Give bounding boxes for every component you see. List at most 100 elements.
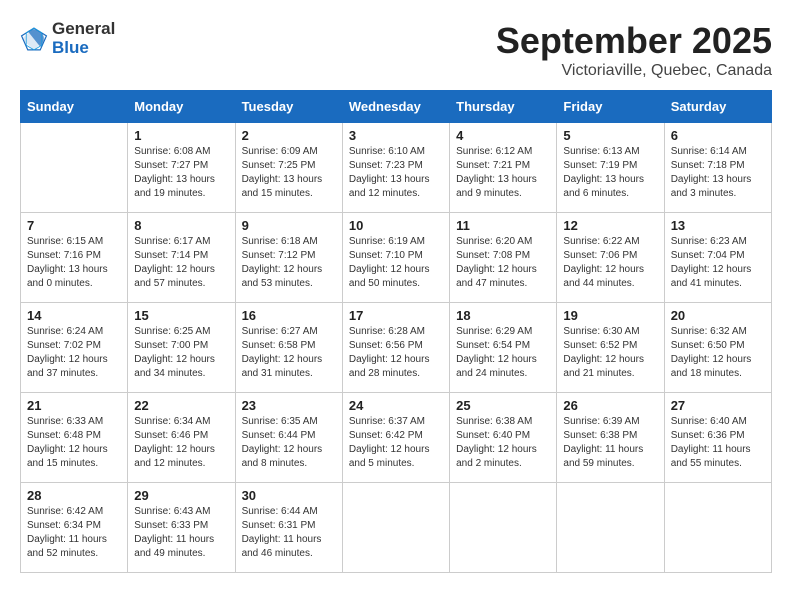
day-number: 12 bbox=[563, 218, 657, 233]
day-info: Sunrise: 6:20 AMSunset: 7:08 PMDaylight:… bbox=[456, 235, 550, 291]
day-info: Sunrise: 6:28 AMSunset: 6:56 PMDaylight:… bbox=[349, 325, 443, 381]
calendar-cell: 10 Sunrise: 6:19 AMSunset: 7:10 PMDayligh… bbox=[342, 213, 449, 303]
day-info: Sunrise: 6:25 AMSunset: 7:00 PMDaylight:… bbox=[134, 325, 228, 381]
day-info: Sunrise: 6:40 AMSunset: 6:36 PMDaylight:… bbox=[671, 415, 765, 471]
day-info: Sunrise: 6:15 AMSunset: 7:16 PMDaylight:… bbox=[27, 235, 121, 291]
calendar-cell: 16 Sunrise: 6:27 AMSunset: 6:58 PMDayligh… bbox=[235, 303, 342, 393]
calendar-cell bbox=[664, 483, 771, 573]
day-info: Sunrise: 6:18 AMSunset: 7:12 PMDaylight:… bbox=[242, 235, 336, 291]
calendar-cell: 24 Sunrise: 6:37 AMSunset: 6:42 PMDayligh… bbox=[342, 393, 449, 483]
calendar-week-row: 28Sunrise: 6:42 AMSunset: 6:34 PMDayligh… bbox=[21, 483, 772, 573]
calendar-cell: 23 Sunrise: 6:35 AMSunset: 6:44 PMDayligh… bbox=[235, 393, 342, 483]
day-info: Sunrise: 6:38 AMSunset: 6:40 PMDaylight:… bbox=[456, 415, 550, 471]
title-section: September 2025 Victoriaville, Quebec, Ca… bbox=[496, 20, 772, 80]
day-number: 13 bbox=[671, 218, 765, 233]
day-number: 17 bbox=[349, 308, 443, 323]
day-number: 25 bbox=[456, 398, 550, 413]
day-number: 10 bbox=[349, 218, 443, 233]
day-info: Sunrise: 6:37 AMSunset: 6:42 PMDaylight:… bbox=[349, 415, 443, 471]
day-number: 24 bbox=[349, 398, 443, 413]
calendar-cell: 12 Sunrise: 6:22 AMSunset: 7:06 PMDayligh… bbox=[557, 213, 664, 303]
day-info: Sunrise: 6:34 AMSunset: 6:46 PMDaylight:… bbox=[134, 415, 228, 471]
day-number: 29 bbox=[134, 488, 228, 503]
day-info: Sunrise: 6:13 AMSunset: 7:19 PMDaylight:… bbox=[563, 145, 657, 201]
calendar-cell: 26 Sunrise: 6:39 AMSunset: 6:38 PMDayligh… bbox=[557, 393, 664, 483]
logo-general: General bbox=[52, 20, 115, 39]
day-info: Sunrise: 6:30 AMSunset: 6:52 PMDaylight:… bbox=[563, 325, 657, 381]
calendar-cell: 1 Sunrise: 6:08 AMSunset: 7:27 PMDaylight… bbox=[128, 123, 235, 213]
calendar-cell: 4 Sunrise: 6:12 AMSunset: 7:21 PMDaylight… bbox=[450, 123, 557, 213]
day-number: 7 bbox=[27, 218, 121, 233]
day-number: 22 bbox=[134, 398, 228, 413]
day-number: 21 bbox=[27, 398, 121, 413]
day-number: 4 bbox=[456, 128, 550, 143]
logo-icon bbox=[20, 25, 48, 53]
day-number: 15 bbox=[134, 308, 228, 323]
calendar-cell: 13 Sunrise: 6:23 AMSunset: 7:04 PMDayligh… bbox=[664, 213, 771, 303]
calendar-cell: 18 Sunrise: 6:29 AMSunset: 6:54 PMDayligh… bbox=[450, 303, 557, 393]
day-number: 2 bbox=[242, 128, 336, 143]
calendar-cell bbox=[342, 483, 449, 573]
day-number: 8 bbox=[134, 218, 228, 233]
weekday-header-cell: Wednesday bbox=[342, 91, 449, 123]
weekday-header-cell: Friday bbox=[557, 91, 664, 123]
day-info: Sunrise: 6:29 AMSunset: 6:54 PMDaylight:… bbox=[456, 325, 550, 381]
day-info: Sunrise: 6:42 AMSunset: 6:34 PMDaylight:… bbox=[27, 505, 121, 561]
location-title: Victoriaville, Quebec, Canada bbox=[496, 62, 772, 80]
calendar-week-row: 1 Sunrise: 6:08 AMSunset: 7:27 PMDaylight… bbox=[21, 123, 772, 213]
calendar-week-row: 14Sunrise: 6:24 AMSunset: 7:02 PMDayligh… bbox=[21, 303, 772, 393]
month-title: September 2025 bbox=[496, 20, 772, 62]
day-info: Sunrise: 6:09 AMSunset: 7:25 PMDaylight:… bbox=[242, 145, 336, 201]
day-number: 11 bbox=[456, 218, 550, 233]
day-number: 30 bbox=[242, 488, 336, 503]
calendar-week-row: 7 Sunrise: 6:15 AMSunset: 7:16 PMDaylight… bbox=[21, 213, 772, 303]
logo: General Blue bbox=[20, 20, 115, 57]
day-info: Sunrise: 6:12 AMSunset: 7:21 PMDaylight:… bbox=[456, 145, 550, 201]
day-info: Sunrise: 6:22 AMSunset: 7:06 PMDaylight:… bbox=[563, 235, 657, 291]
day-number: 27 bbox=[671, 398, 765, 413]
day-info: Sunrise: 6:14 AMSunset: 7:18 PMDaylight:… bbox=[671, 145, 765, 201]
day-info: Sunrise: 6:43 AMSunset: 6:33 PMDaylight:… bbox=[134, 505, 228, 561]
weekday-header-cell: Sunday bbox=[21, 91, 128, 123]
day-number: 1 bbox=[134, 128, 228, 143]
header: General Blue September 2025 Victoriavill… bbox=[20, 20, 772, 80]
weekday-header-cell: Monday bbox=[128, 91, 235, 123]
day-info: Sunrise: 6:33 AMSunset: 6:48 PMDaylight:… bbox=[27, 415, 121, 471]
day-number: 9 bbox=[242, 218, 336, 233]
calendar-cell: 14Sunrise: 6:24 AMSunset: 7:02 PMDayligh… bbox=[21, 303, 128, 393]
calendar-body: 1 Sunrise: 6:08 AMSunset: 7:27 PMDaylight… bbox=[21, 123, 772, 573]
day-number: 5 bbox=[563, 128, 657, 143]
calendar-cell: 30 Sunrise: 6:44 AMSunset: 6:31 PMDayligh… bbox=[235, 483, 342, 573]
day-info: Sunrise: 6:19 AMSunset: 7:10 PMDaylight:… bbox=[349, 235, 443, 291]
day-info: Sunrise: 6:39 AMSunset: 6:38 PMDaylight:… bbox=[563, 415, 657, 471]
day-number: 18 bbox=[456, 308, 550, 323]
calendar-week-row: 21 Sunrise: 6:33 AMSunset: 6:48 PMDayligh… bbox=[21, 393, 772, 483]
logo-text: General Blue bbox=[52, 20, 115, 57]
calendar-cell: 22 Sunrise: 6:34 AMSunset: 6:46 PMDayligh… bbox=[128, 393, 235, 483]
calendar-cell: 15 Sunrise: 6:25 AMSunset: 7:00 PMDayligh… bbox=[128, 303, 235, 393]
weekday-header-cell: Tuesday bbox=[235, 91, 342, 123]
calendar-cell: 20Sunrise: 6:32 AMSunset: 6:50 PMDayligh… bbox=[664, 303, 771, 393]
day-info: Sunrise: 6:27 AMSunset: 6:58 PMDaylight:… bbox=[242, 325, 336, 381]
day-info: Sunrise: 6:08 AMSunset: 7:27 PMDaylight:… bbox=[134, 145, 228, 201]
day-info: Sunrise: 6:17 AMSunset: 7:14 PMDaylight:… bbox=[134, 235, 228, 291]
day-info: Sunrise: 6:44 AMSunset: 6:31 PMDaylight:… bbox=[242, 505, 336, 561]
calendar-cell: 25 Sunrise: 6:38 AMSunset: 6:40 PMDayligh… bbox=[450, 393, 557, 483]
day-number: 26 bbox=[563, 398, 657, 413]
weekday-header-row: SundayMondayTuesdayWednesdayThursdayFrid… bbox=[21, 91, 772, 123]
calendar-cell bbox=[21, 123, 128, 213]
calendar-cell: 3Sunrise: 6:10 AMSunset: 7:23 PMDaylight… bbox=[342, 123, 449, 213]
weekday-header-cell: Saturday bbox=[664, 91, 771, 123]
day-number: 23 bbox=[242, 398, 336, 413]
calendar-cell: 6Sunrise: 6:14 AMSunset: 7:18 PMDaylight… bbox=[664, 123, 771, 213]
day-info: Sunrise: 6:32 AMSunset: 6:50 PMDaylight:… bbox=[671, 325, 765, 381]
day-info: Sunrise: 6:23 AMSunset: 7:04 PMDaylight:… bbox=[671, 235, 765, 291]
calendar: SundayMondayTuesdayWednesdayThursdayFrid… bbox=[20, 90, 772, 573]
calendar-cell: 17 Sunrise: 6:28 AMSunset: 6:56 PMDayligh… bbox=[342, 303, 449, 393]
calendar-cell: 11 Sunrise: 6:20 AMSunset: 7:08 PMDayligh… bbox=[450, 213, 557, 303]
calendar-cell: 29 Sunrise: 6:43 AMSunset: 6:33 PMDayligh… bbox=[128, 483, 235, 573]
weekday-header-cell: Thursday bbox=[450, 91, 557, 123]
day-number: 16 bbox=[242, 308, 336, 323]
day-info: Sunrise: 6:35 AMSunset: 6:44 PMDaylight:… bbox=[242, 415, 336, 471]
calendar-cell bbox=[450, 483, 557, 573]
